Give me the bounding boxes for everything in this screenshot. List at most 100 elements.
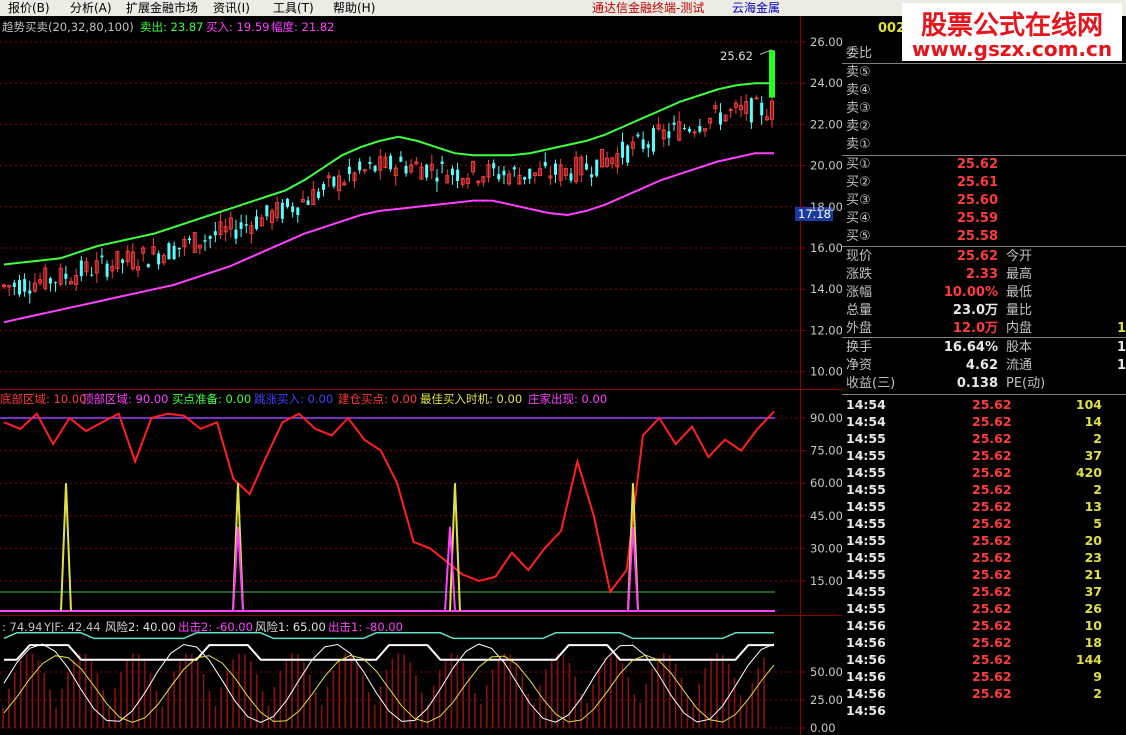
tick-time: 14:55: [846, 584, 886, 599]
tick-row[interactable]: 14:56 25.62 10: [842, 617, 1126, 634]
menu-help[interactable]: 帮助(H): [333, 0, 375, 16]
tick-row[interactable]: 14:55 25.62 420: [842, 464, 1126, 481]
y-tick-label: 16.00: [810, 241, 843, 255]
watermark-logo: 股票公式在线网 www.gszx.com.cn: [902, 3, 1122, 61]
candle-body: [316, 191, 320, 198]
y-tick-label: 30.00: [810, 541, 843, 555]
tick-time: 14:56: [846, 669, 886, 684]
tick-row[interactable]: 14:56: [842, 702, 1126, 719]
candle-body: [64, 273, 68, 279]
tick-volume: 104: [1075, 397, 1102, 412]
y-tick-label: 90.00: [810, 411, 843, 425]
candle-body: [306, 200, 310, 205]
sell-level-row: 卖①: [842, 136, 1126, 153]
stat-value: 2.33: [965, 267, 998, 282]
mid-label-top-zone: 顶部区域: 90.00: [82, 392, 168, 406]
candle-body: [255, 216, 259, 230]
tick-row[interactable]: 14:55 25.62 21: [842, 566, 1126, 583]
tick-row[interactable]: 14:55 25.62 37: [842, 447, 1126, 464]
quote-title: 云海金属: [732, 1, 781, 15]
stat-label: 现价: [846, 249, 873, 264]
band-lower-line: [3, 152, 774, 324]
app-title: 通达信金融终端-测试: [592, 1, 705, 15]
tick-price: 25.62: [972, 584, 1012, 599]
tick-volume: 2: [1093, 686, 1102, 701]
tick-row[interactable]: 14:55 25.62 23: [842, 549, 1126, 566]
tick-time: 14:56: [846, 703, 886, 718]
bot-label-attack2: 出击2: -60.00: [178, 620, 253, 634]
tick-row[interactable]: 14:55 25.62 37: [842, 583, 1126, 600]
menu-extended-market[interactable]: 扩展金融市场: [126, 0, 198, 16]
menu-news[interactable]: 资讯(I): [213, 0, 250, 16]
tick-row[interactable]: 14:56 25.62 18: [842, 634, 1126, 651]
tick-time: 14:55: [846, 550, 886, 565]
stat-value: 23.0万: [952, 303, 998, 318]
menu-analysis[interactable]: 分析(A): [70, 0, 112, 16]
tick-row[interactable]: 14:55 25.62 20: [842, 532, 1126, 549]
candle-body: [425, 164, 429, 178]
tick-row[interactable]: 14:55 25.62 13: [842, 498, 1126, 515]
stat2-value-2: 1: [1116, 340, 1126, 355]
tick-price: 25.62: [972, 499, 1012, 514]
candle-body: [621, 141, 625, 158]
tick-price: 25.62: [972, 635, 1012, 650]
sell-level-label: 卖④: [846, 83, 871, 98]
tick-row[interactable]: 14:56 25.62 144: [842, 651, 1126, 668]
tick-time: 14:55: [846, 601, 886, 616]
candle-body: [692, 131, 697, 134]
bottom-y-axis: 50.00 25.00 0.00: [800, 665, 843, 735]
candle-body: [188, 238, 192, 241]
candle-body: [749, 98, 753, 123]
tick-row[interactable]: 14:55 25.62 2: [842, 481, 1126, 498]
stat2-label: 净资: [846, 358, 873, 373]
buy-level-price: 25.60: [956, 193, 998, 208]
candle-body: [203, 240, 207, 242]
menu-quote[interactable]: 报价(B): [8, 0, 50, 16]
sell-level-row: 卖④: [842, 82, 1126, 99]
tick-price: 25.62: [972, 482, 1012, 497]
candle-body: [718, 112, 722, 125]
sell-level-label: 卖①: [846, 137, 871, 152]
tick-price: 25.62: [972, 567, 1012, 582]
candle-body: [435, 177, 439, 182]
candle-body: [213, 231, 217, 236]
tick-row[interactable]: 14:54 25.62 14: [842, 413, 1126, 430]
candle-body: [146, 264, 150, 268]
bot-label-risk2: 风险2: 40.00: [105, 620, 176, 634]
buy-level-row: 买④ 25.59: [842, 210, 1126, 227]
indicator-name: 趋势买卖(20,32,80,100): [2, 20, 134, 34]
tick-price: 25.62: [972, 669, 1012, 684]
tick-time: 14:55: [846, 567, 886, 582]
candle-body: [157, 253, 161, 265]
tick-row[interactable]: 14:56 25.62 9: [842, 668, 1126, 685]
candle-body: [296, 207, 300, 216]
tick-time: 14:55: [846, 533, 886, 548]
candle-body: [332, 176, 336, 187]
sell-level-row: 卖③: [842, 100, 1126, 117]
stat2-label: 收益(三): [846, 376, 896, 391]
tick-price: 25.62: [972, 465, 1012, 480]
stat-label-2: 最高: [1006, 267, 1033, 282]
stat-label: 总量: [846, 303, 873, 318]
candle-body: [177, 247, 181, 250]
tick-row[interactable]: 14:55 25.62 5: [842, 515, 1126, 532]
buy-level-label: 买④: [846, 211, 871, 226]
tick-row[interactable]: 14:55 25.62 26: [842, 600, 1126, 617]
quote-panel: 002 委比 卖⑤ 卖④ 卖③ 卖② 卖① 买① 25.62 买② 25.61 买③ 25.60 买…: [842, 16, 1126, 735]
buy-level-row: 买⑤ 25.58: [842, 228, 1126, 245]
tick-volume: 13: [1084, 499, 1102, 514]
buy-level-label: 买⑤: [846, 229, 871, 244]
stat-label: 涨跌: [846, 267, 873, 282]
buy-level-label: 买①: [846, 157, 871, 172]
tick-volume: 37: [1084, 448, 1102, 463]
buy-level-price: 25.62: [956, 157, 998, 172]
y-tick-label: 22.00: [810, 117, 843, 131]
tick-row[interactable]: 14:54 25.62 104: [842, 396, 1126, 413]
tick-price: 25.62: [972, 601, 1012, 616]
buy-level-row: 买③ 25.60: [842, 192, 1126, 209]
high-marker: 25.62: [720, 49, 753, 63]
tick-row[interactable]: 14:55 25.62 2: [842, 430, 1126, 447]
stat-row: 涨幅 10.00% 最低: [842, 284, 1126, 301]
tick-row[interactable]: 14:56 25.62 2: [842, 685, 1126, 702]
menu-tools[interactable]: 工具(T): [273, 0, 314, 16]
